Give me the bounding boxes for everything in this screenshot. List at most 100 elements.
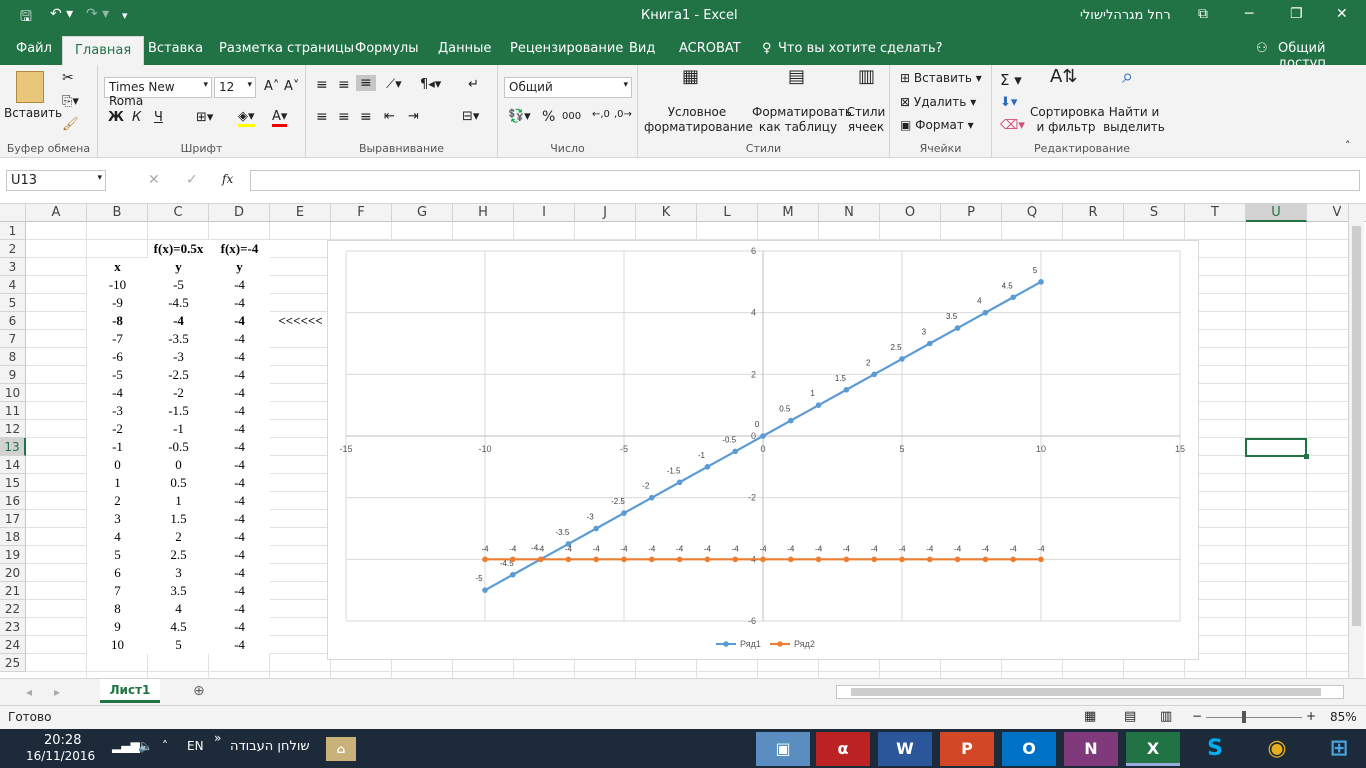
close-icon[interactable]: ✕ (1336, 6, 1348, 22)
clock-date[interactable]: 16/11/2016 (26, 749, 95, 763)
table-cell-y1[interactable]: 4.5 (148, 618, 209, 636)
table-cell-x[interactable]: -6 (87, 348, 148, 366)
table-cell-y1[interactable]: -2.5 (148, 366, 209, 384)
table-cell-y2[interactable]: -4 (209, 510, 270, 528)
table-cell-x[interactable]: 3 (87, 510, 148, 528)
increase-indent-icon[interactable]: ⇥ (408, 109, 419, 124)
tab-file[interactable]: Файл (16, 41, 52, 56)
table-cell-y1[interactable]: 0.5 (148, 474, 209, 492)
row-header[interactable]: 4 (0, 276, 26, 294)
column-header[interactable]: L (697, 204, 758, 222)
table-cell-y1[interactable]: -0.5 (148, 438, 209, 456)
italic-button[interactable]: К (132, 110, 141, 125)
row-header[interactable]: 10 (0, 384, 26, 402)
page-layout-icon[interactable]: ▤ (1124, 709, 1136, 724)
insert-cells-button[interactable]: ⊞ Вставить ▾ (900, 71, 982, 85)
table-cell-y2[interactable]: -4 (209, 420, 270, 438)
bold-button[interactable]: Ж (108, 110, 124, 125)
active-cell[interactable] (1245, 438, 1307, 457)
table-cell-y2[interactable]: -4 (209, 312, 270, 330)
chart[interactable]: -15 -10 -5 0 5 10 15 6 4 2 0 -2 -4 -6 -5 -4.5 -4 -3.5 -3 -2… (327, 240, 1199, 660)
collapse-ribbon-icon[interactable]: ˄ (1345, 139, 1351, 152)
table-cell-y2[interactable]: -4 (209, 456, 270, 474)
customize-qat-icon[interactable]: ▾ (122, 9, 128, 22)
fx-button[interactable]: fx (222, 172, 233, 186)
table-cell-y1[interactable]: 1.5 (148, 510, 209, 528)
rtl-icon[interactable]: ¶◂▾ (420, 77, 441, 92)
column-header[interactable]: O (880, 204, 941, 222)
conditional-format-button[interactable]: Условное форматирование (644, 105, 753, 135)
paste-button[interactable]: Вставить (4, 106, 62, 121)
cell-c3[interactable]: y (148, 258, 209, 276)
volume-icon[interactable]: 🔈 (138, 739, 153, 753)
table-cell-y1[interactable]: -3 (148, 348, 209, 366)
row-header[interactable]: 20 (0, 564, 26, 582)
table-cell-x[interactable]: -4 (87, 384, 148, 402)
start-button-icon[interactable]: ⊞ (1312, 732, 1366, 766)
row-header[interactable]: 12 (0, 420, 26, 438)
table-cell-x[interactable]: -1 (87, 438, 148, 456)
column-header[interactable]: Q (1002, 204, 1063, 222)
fill-color-icon[interactable]: ◈▾ (238, 109, 255, 127)
table-cell-y2[interactable]: -4 (209, 618, 270, 636)
number-format-select[interactable]: Общий ▾ (504, 77, 632, 98)
table-cell-y2[interactable]: -4 (209, 384, 270, 402)
cell-c2[interactable]: f(x)=0.5x (148, 240, 209, 258)
align-middle-icon[interactable]: ≡ (338, 77, 350, 93)
increase-font-icon[interactable]: A˄ (264, 79, 279, 94)
table-cell-x[interactable]: 1 (87, 474, 148, 492)
minimize-icon[interactable]: ─ (1245, 6, 1253, 22)
row-header[interactable]: 11 (0, 402, 26, 420)
prev-sheet-icon[interactable]: ◂ (26, 685, 32, 699)
formula-input[interactable] (250, 170, 1360, 191)
row-header[interactable]: 1 (0, 222, 26, 240)
acrobat-app-icon[interactable]: ⍺ (816, 732, 870, 766)
autosum-icon[interactable]: Σ ▾ (1000, 71, 1022, 89)
row-header[interactable]: 25 (0, 654, 26, 672)
column-header[interactable]: J (575, 204, 636, 222)
table-cell-y2[interactable]: -4 (209, 348, 270, 366)
format-as-table-button[interactable]: Форматировать как таблицу (752, 105, 852, 135)
align-left-icon[interactable]: ≡ (316, 109, 328, 125)
page-break-icon[interactable]: ▥ (1160, 709, 1172, 724)
underline-button[interactable]: Ч (154, 110, 163, 125)
onenote-app-icon[interactable]: N (1064, 732, 1118, 766)
table-cell-y2[interactable]: -4 (209, 492, 270, 510)
clock-time[interactable]: 20:28 (44, 733, 81, 748)
table-cell-y1[interactable]: 3 (148, 564, 209, 582)
zoom-slider-thumb[interactable] (1242, 711, 1246, 723)
borders-icon[interactable]: ⊞▾ (196, 110, 213, 125)
tell-me-search[interactable]: Что вы хотите сделать? (778, 41, 943, 56)
cell-d2[interactable]: f(x)=-4 (209, 240, 270, 258)
cell-d3[interactable]: y (209, 258, 270, 276)
row-header[interactable]: 15 (0, 474, 26, 492)
merge-icon[interactable]: ⊟▾ (462, 109, 479, 124)
row-header[interactable]: 2 (0, 240, 26, 258)
sort-filter-button[interactable]: Сортировка и фильтр (1030, 105, 1105, 135)
table-cell-y1[interactable]: -5 (148, 276, 209, 294)
select-all-corner[interactable] (0, 204, 26, 222)
paste-icon[interactable] (16, 71, 44, 103)
signal-icon[interactable]: ▂▄▆ (112, 739, 140, 753)
row-header[interactable]: 16 (0, 492, 26, 510)
font-color-icon[interactable]: A▾ (272, 109, 288, 127)
table-cell-y2[interactable]: -4 (209, 402, 270, 420)
decrease-indent-icon[interactable]: ⇤ (384, 109, 395, 124)
font-name-select[interactable]: Times New Roma ▾ (104, 77, 212, 108)
table-cell-y1[interactable]: -1.5 (148, 402, 209, 420)
column-header[interactable]: S (1124, 204, 1185, 222)
row-header[interactable]: 22 (0, 600, 26, 618)
table-cell-y2[interactable]: -4 (209, 546, 270, 564)
cancel-icon[interactable]: ✕ (148, 172, 160, 188)
table-cell-x[interactable]: 10 (87, 636, 148, 654)
column-header[interactable]: M (758, 204, 819, 222)
increase-decimal-icon[interactable]: ←,0 (592, 109, 610, 120)
column-header[interactable]: R (1063, 204, 1124, 222)
table-cell-y2[interactable]: -4 (209, 564, 270, 582)
table-cell-x[interactable]: 0 (87, 456, 148, 474)
row-header[interactable]: 7 (0, 330, 26, 348)
align-top-icon[interactable]: ≡ (316, 77, 328, 93)
table-cell-y2[interactable]: -4 (209, 330, 270, 348)
sheet-tab-1[interactable]: Лист1 (100, 679, 160, 703)
table-cell-x[interactable]: 9 (87, 618, 148, 636)
